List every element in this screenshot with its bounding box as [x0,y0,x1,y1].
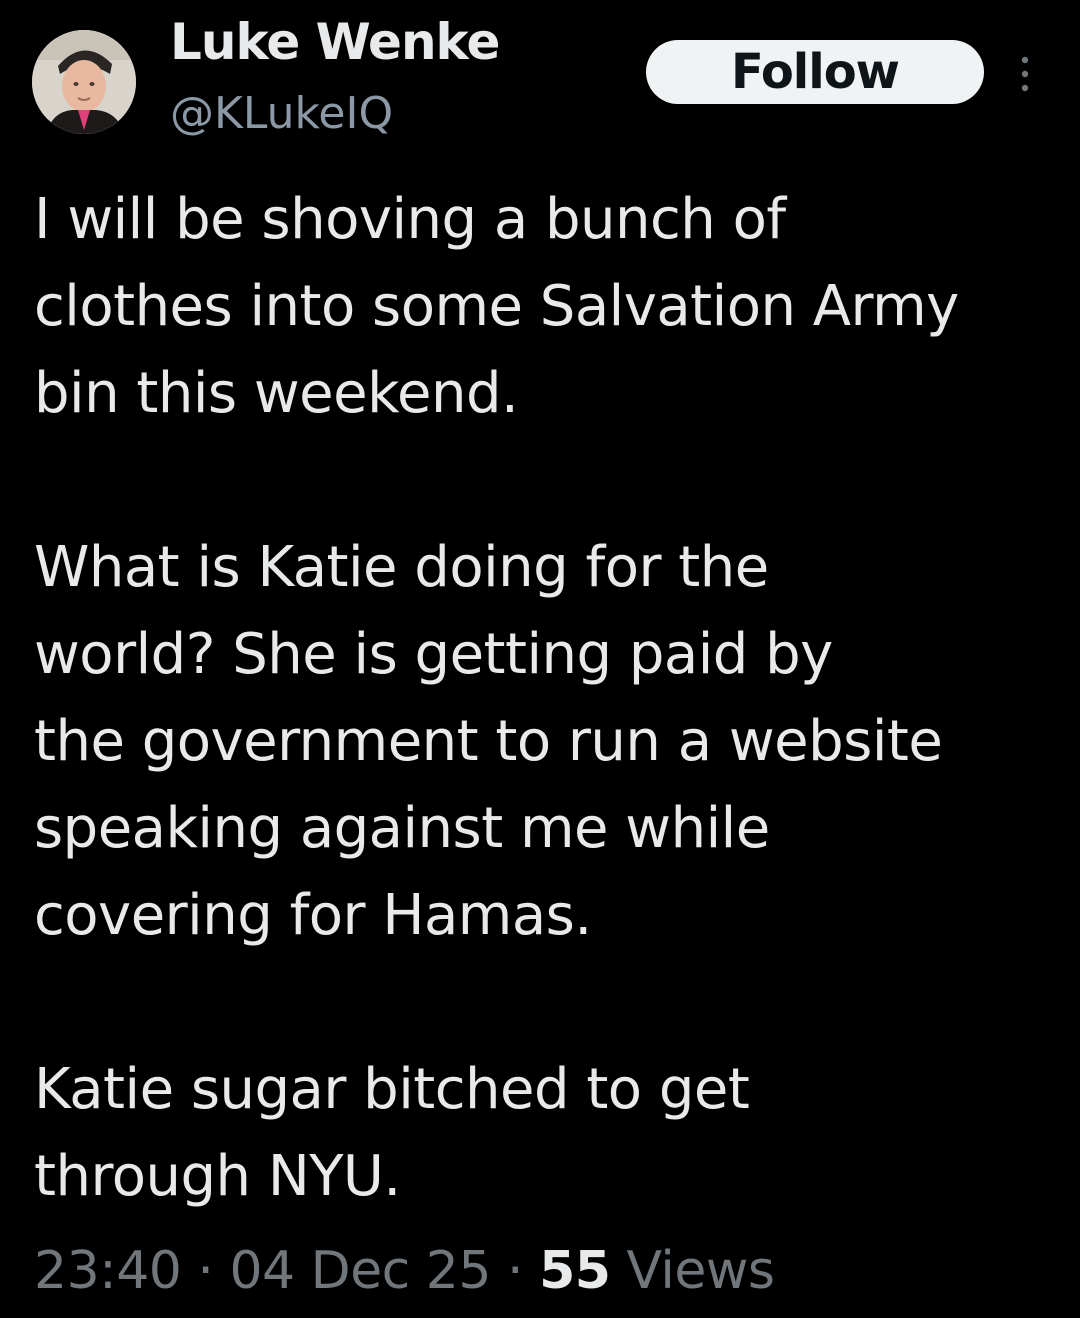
views-label[interactable]: Views [610,1241,775,1301]
tweet-time[interactable]: 23:40 [34,1241,182,1301]
tweet-line: Katie sugar bitched to get [34,1057,750,1122]
views-count[interactable]: 55 [539,1241,611,1301]
avatar-photo-icon [32,30,136,134]
tweet-metadata: 23:40 · 04 Dec 25 · 55 Views [34,1236,775,1306]
tweet-date[interactable]: 04 Dec 25 [229,1241,491,1301]
tweet-line: the government to run a website [34,709,943,774]
tweet-text: I will be shoving a bunch of clothes int… [34,176,1064,1220]
tweet-header: Luke Wenke @KLukeIQ Follow [0,0,1080,160]
follow-button[interactable]: Follow [646,40,984,104]
tweet-line: clothes into some Salvation Army [34,274,959,339]
tweet-line: bin this weekend. [34,361,519,426]
avatar[interactable] [32,30,136,134]
tweet-line: I will be shoving a bunch of [34,187,786,252]
tweet-line: speaking against me while [34,796,770,861]
tweet-line: What is Katie doing for the [34,535,769,600]
tweet-line: covering for Hamas. [34,883,592,948]
tweet-paragraph: I will be shoving a bunch of clothes int… [34,176,1064,437]
tweet-line: world? She is getting paid by [34,622,833,687]
tweet-paragraph: What is Katie doing for the world? She i… [34,524,1064,959]
author-display-name[interactable]: Luke Wenke [170,10,500,74]
more-options-icon[interactable] [1010,52,1040,96]
tweet-line: through NYU. [34,1144,401,1209]
meta-separator: · [181,1241,230,1301]
author-handle[interactable]: @KLukeIQ [170,86,393,142]
meta-separator: · [490,1241,540,1301]
tweet-paragraph: Katie sugar bitched to get through NYU. [34,1046,1064,1220]
